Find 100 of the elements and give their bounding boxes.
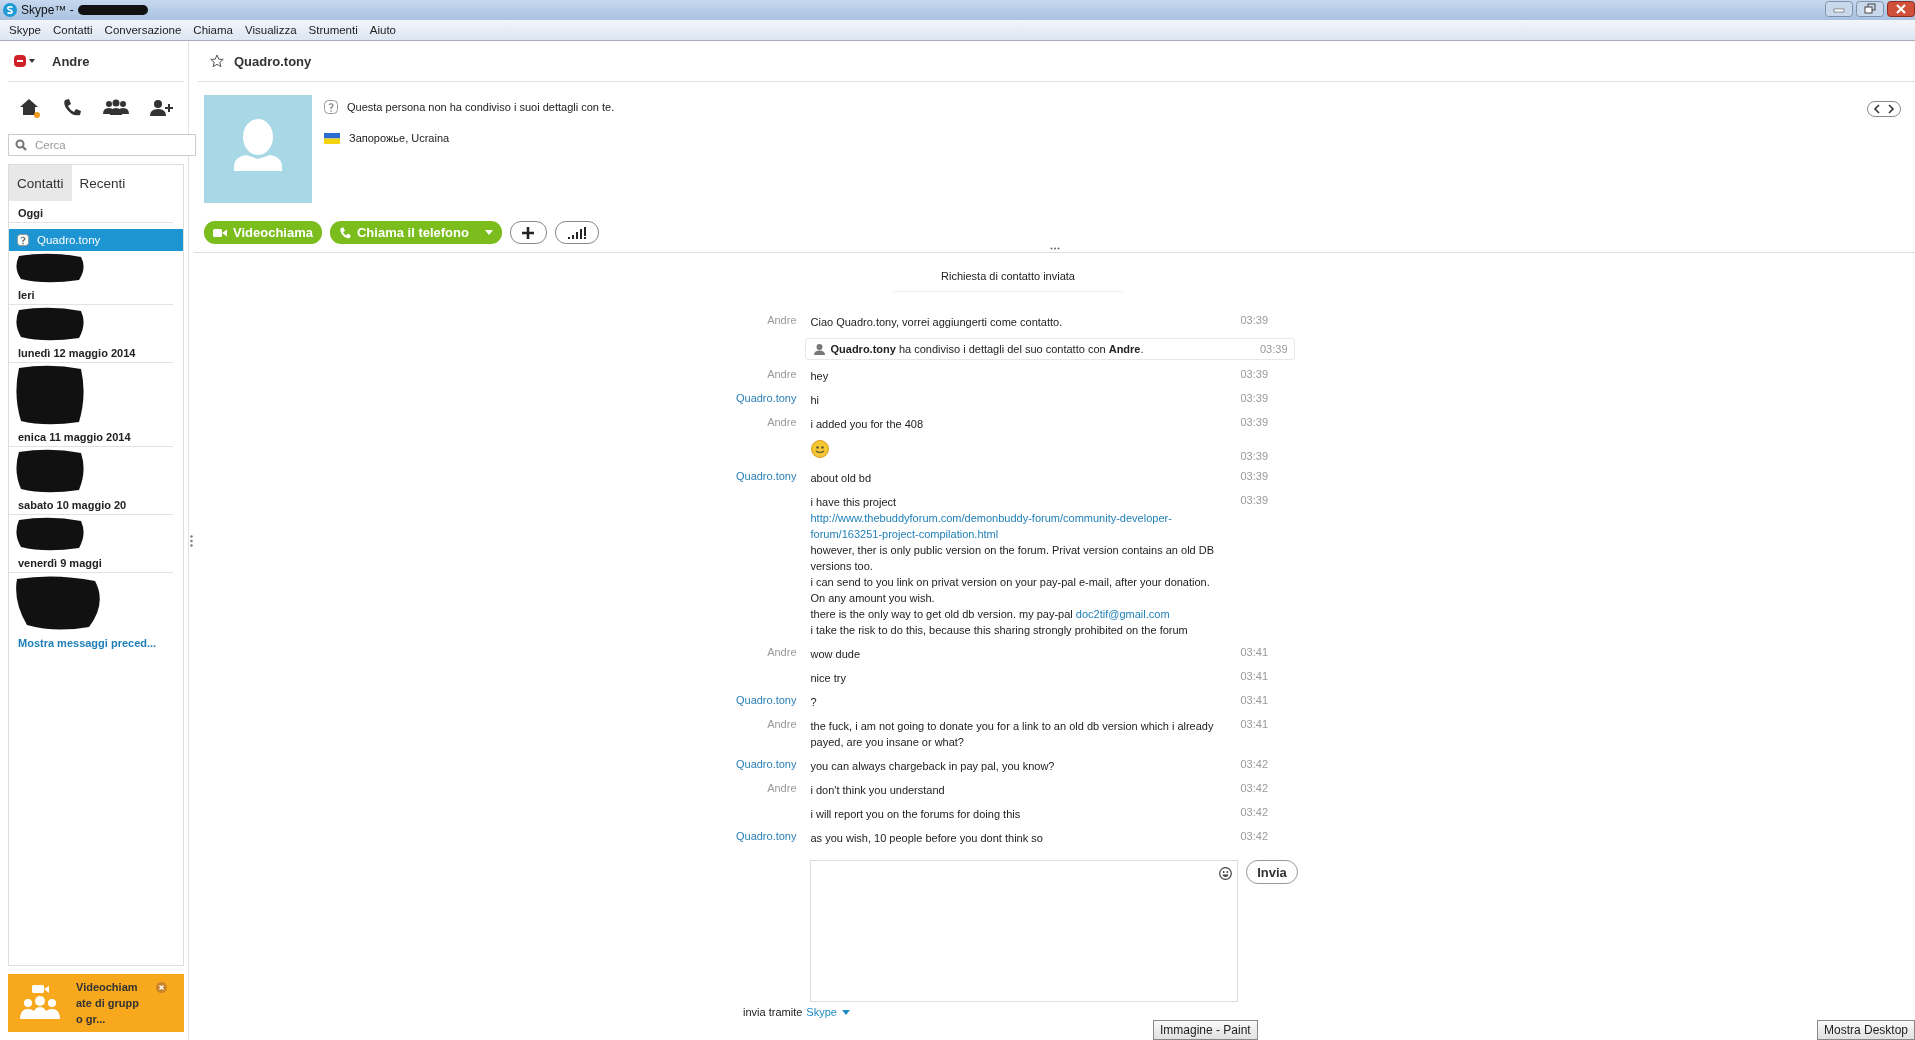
user-name[interactable]: Andre xyxy=(52,53,90,69)
signal-bars-icon xyxy=(567,226,586,239)
message-text: about old bd xyxy=(810,471,873,486)
contact-item[interactable]: Quadro.tony xyxy=(9,229,183,251)
menu-item[interactable]: Contatti xyxy=(46,24,99,36)
message-text: however, ther is only public version on the forum. Privat version contains an old DB versions too. xyxy=(810,543,1216,574)
promo-banner[interactable]: Videochiamate di gruppo gr... xyxy=(8,974,184,1032)
group-heading: sabato 10 maggio 20 xyxy=(9,493,173,515)
chevron-right-icon xyxy=(1887,104,1895,114)
sender-name[interactable]: Quadro.tony xyxy=(696,392,797,408)
message-time: 03:39 xyxy=(1240,314,1270,326)
message-text: as you wish, 10 people before you dont think so xyxy=(810,831,1044,846)
sender-name[interactable]: Quadro.tony xyxy=(696,694,797,710)
message-link[interactable]: http://www.thebuddyforum.com/demonbuddy-forum/community-developer-forum/163251-project-compilation.html xyxy=(810,510,1227,542)
status-icon xyxy=(14,55,36,67)
message-time: 03:39 xyxy=(1240,470,1270,482)
search-field[interactable]: Cerca xyxy=(8,134,196,156)
message-text: i have this project xyxy=(810,495,898,510)
group-icon xyxy=(102,99,129,117)
call-quality-button[interactable] xyxy=(554,221,599,244)
tab[interactable]: Recenti xyxy=(71,165,134,201)
message-time: 03:41 xyxy=(1240,670,1270,682)
unknown-contact-icon xyxy=(324,100,338,114)
group-heading: Oggi xyxy=(9,201,173,223)
message-time: 03:42 xyxy=(1240,782,1270,794)
skype-logo-icon xyxy=(3,3,17,17)
close-icon xyxy=(156,982,167,993)
message-time: 03:41 xyxy=(1240,694,1270,706)
smiley-icon xyxy=(810,440,829,458)
message-time: 03:41 xyxy=(1240,718,1270,730)
contact-name: Quadro.tony xyxy=(234,53,312,69)
group-heading: lunedì 12 maggio 2014 xyxy=(9,341,173,363)
send-via-dropdown[interactable]: Skype xyxy=(806,1006,850,1018)
message-text: i don't think you understand xyxy=(810,783,946,798)
resize-handle-icon xyxy=(1049,247,1060,250)
search-icon xyxy=(15,139,27,151)
message-time: 03:39 xyxy=(1259,343,1288,355)
email-link[interactable]: doc2tif@gmail.com xyxy=(1075,608,1170,620)
window-title: Skype™ - xyxy=(21,3,74,17)
message-time: 03:39 xyxy=(1240,392,1270,404)
chevron-left-icon xyxy=(1873,104,1881,114)
menu-item[interactable]: Skype xyxy=(3,24,47,36)
sender-name[interactable]: Andre xyxy=(696,646,797,662)
redaction-mark xyxy=(15,517,85,551)
sender-name[interactable]: Quadro.tony xyxy=(696,470,797,486)
person-icon xyxy=(813,343,825,355)
add-button[interactable] xyxy=(509,221,547,244)
message-text: i added you for the 408 xyxy=(810,417,925,432)
taskbar-button[interactable]: Mostra Desktop xyxy=(1816,1020,1915,1040)
group-heading: Ieri xyxy=(9,283,173,305)
message-text: i take the risk to do this, because this sharing strongly prohibited on the forum xyxy=(810,623,1189,638)
message-time: 03:42 xyxy=(1240,806,1270,818)
contact-request-notice: Richiesta di contatto inviata xyxy=(893,257,1123,292)
menu-item[interactable]: Visualizza xyxy=(238,24,303,36)
message-text: there is the only way to get old db version. my pay-pal doc2tif@gmail.com xyxy=(810,607,1171,622)
send-button[interactable]: Invia xyxy=(1246,860,1298,884)
sender-name[interactable]: Andre xyxy=(696,314,797,330)
message-time: 03:41 xyxy=(1240,646,1270,658)
group-heading: venerdì 9 maggi xyxy=(9,551,173,573)
ukraine-flag-icon xyxy=(324,132,340,144)
message-text: the fuck, i am not going to donate you for a link to an old db version which i already payed, are you insane or what? xyxy=(810,719,1215,750)
video-camera-icon xyxy=(213,227,227,238)
system-message-text: Quadro.tony ha condiviso i dettagli del suo contatto con Andre. xyxy=(830,343,1145,355)
message-text: i will report you on the forums for doing this xyxy=(810,807,1022,822)
sender-name[interactable]: Andre xyxy=(696,782,797,798)
sender-name[interactable]: Quadro.tony xyxy=(696,758,797,774)
redaction-mark xyxy=(15,365,85,425)
message-text: i can send to you link on privat version on your pay-pal e-mail, after your donation. On any amount you wish. xyxy=(810,575,1211,606)
message-text: hey xyxy=(810,369,830,384)
promo-text: Videochiamate di gruppo gr... xyxy=(76,980,140,1027)
menu-item[interactable]: Strumenti xyxy=(302,24,364,36)
message-input-field[interactable] xyxy=(810,860,1239,1002)
show-older-link[interactable]: Mostra messaggi preced... xyxy=(9,631,183,649)
tab[interactable]: Contatti xyxy=(9,165,72,201)
contact-location: Запорожье, Ucraina xyxy=(349,132,450,144)
redaction-mark xyxy=(15,449,85,493)
message-text: Ciao Quadro.tony, vorrei aggiungerti come contatto. xyxy=(810,315,1064,330)
menu-item[interactable]: Chiama xyxy=(187,24,239,36)
sender-name[interactable]: Andre xyxy=(696,416,797,432)
close-icon xyxy=(1887,1,1915,17)
sender-name[interactable]: Andre xyxy=(696,368,797,384)
home-icon xyxy=(18,98,41,118)
menu-item[interactable]: Conversazione xyxy=(98,24,188,36)
message-time: 03:39 xyxy=(1240,494,1270,506)
unknown-contact-icon xyxy=(17,234,29,246)
sender-name[interactable]: Andre xyxy=(696,718,797,750)
splitter-handle-icon xyxy=(190,534,193,547)
message-time: 03:42 xyxy=(1240,758,1270,770)
redaction-mark xyxy=(77,4,148,16)
menu-item[interactable]: Aiuto xyxy=(363,24,402,36)
send-via-label: invia tramite xyxy=(743,1006,803,1018)
taskbar-button[interactable]: Immagine - Paint xyxy=(1153,1020,1258,1040)
restore-icon xyxy=(1856,1,1884,17)
sender-name[interactable]: Quadro.tony xyxy=(696,830,797,846)
message-text: hi xyxy=(810,393,821,408)
message-text: wow dude xyxy=(810,647,862,662)
phone-icon xyxy=(338,226,351,239)
add-contact-icon xyxy=(149,99,174,117)
message-text: you can always chargeback in pay pal, you know? xyxy=(810,759,1056,774)
caret-icon xyxy=(484,230,493,235)
